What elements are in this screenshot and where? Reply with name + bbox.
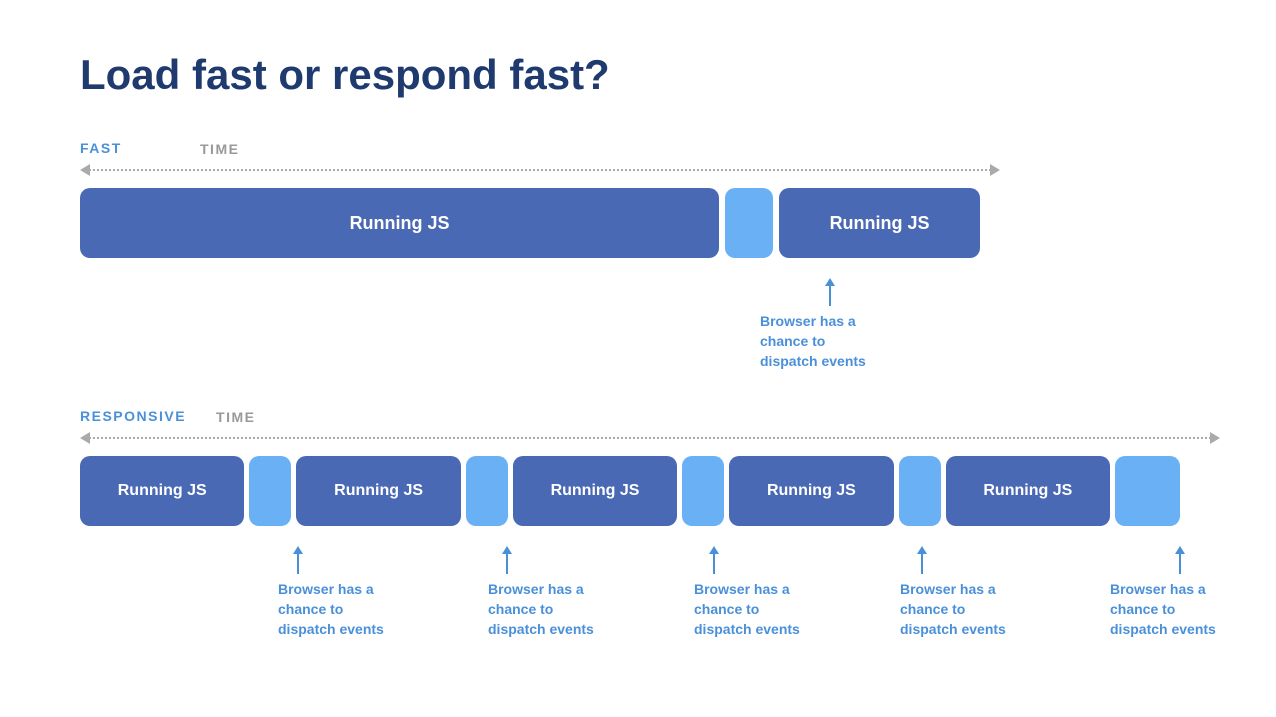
resp-up-arrow-1 (278, 546, 318, 574)
resp-vert-line-2 (506, 554, 508, 574)
resp-running-js-4: Running JS (729, 456, 893, 526)
resp-gap-2 (466, 456, 508, 526)
resp-annot-1-col: Browser has achance todispatch events (80, 546, 318, 639)
resp-dotted-line (89, 437, 1211, 439)
fast-up-arrow (760, 278, 900, 306)
resp-arrow-tip-5 (1175, 546, 1185, 554)
fast-time-label: TIME (200, 141, 239, 157)
responsive-blocks-row: Running JS Running JS Running JS Running… (80, 456, 1180, 526)
responsive-label: RESPONSIVE (80, 408, 186, 424)
resp-arrow-tip-2 (502, 546, 512, 554)
fast-arrow-head (990, 164, 1000, 176)
fast-running-js-block-2: Running JS (779, 188, 980, 258)
resp-up-arrow-4 (900, 546, 944, 574)
fast-gap-block (725, 188, 773, 258)
fast-vert-line (829, 286, 831, 306)
resp-annot-3: Browser has achance todispatch events (694, 546, 734, 639)
fast-dotted-line (89, 169, 991, 171)
resp-running-js-1: Running JS (80, 456, 244, 526)
fast-header-row: FAST TIME (80, 140, 1196, 158)
resp-vert-line-5 (1179, 554, 1181, 574)
resp-running-js-5: Running JS (946, 456, 1110, 526)
fast-annotation-area: Browser has achance todispatch events (80, 278, 980, 378)
resp-annot-5-col: Browser has achance todispatch events (944, 546, 1250, 639)
resp-gap-4 (899, 456, 941, 526)
resp-up-arrow-2 (488, 546, 526, 574)
resp-gap-3 (682, 456, 724, 526)
resp-annot-2-col: Browser has achance todispatch events (318, 546, 526, 639)
resp-annot-4: Browser has achance todispatch events (900, 546, 944, 639)
fast-label: FAST (80, 140, 122, 156)
responsive-time-label: TIME (216, 409, 255, 425)
fast-section: FAST TIME Running JS Running JS (80, 140, 1196, 378)
resp-annot-4-col: Browser has achance todispatch events (734, 546, 944, 639)
resp-arrow-tip-4 (917, 546, 927, 554)
resp-annot-1: Browser has achance todispatch events (278, 546, 318, 639)
slide: Load fast or respond fast? FAST TIME Run… (0, 0, 1276, 717)
resp-annot-2: Browser has achance todispatch events (488, 546, 526, 639)
resp-annot-text-5: Browser has achance todispatch events (1110, 580, 1250, 639)
resp-gap-1 (249, 456, 291, 526)
resp-annotations-row: Browser has achance todispatch events Br… (80, 546, 1180, 639)
fast-running-js-block-1: Running JS (80, 188, 719, 258)
resp-vert-line-1 (297, 554, 299, 574)
responsive-section: RESPONSIVE TIME Running JS Running JS Ru… (80, 408, 1196, 639)
fast-arrow-tip (825, 278, 835, 286)
resp-running-js-2: Running JS (296, 456, 460, 526)
resp-up-arrow-3 (694, 546, 734, 574)
fast-annotation: Browser has achance todispatch events (760, 278, 900, 371)
resp-annot-5: Browser has achance todispatch events (1110, 546, 1250, 639)
resp-gap-5 (1115, 456, 1180, 526)
fast-annotation-text: Browser has achance todispatch events (760, 312, 900, 371)
responsive-blocks-container: Running JS Running JS Running JS Running… (80, 456, 1196, 639)
resp-arrow-tip-3 (709, 546, 719, 554)
resp-up-arrow-5 (1110, 546, 1250, 574)
page-title: Load fast or respond fast? (80, 50, 1196, 100)
resp-vert-line-4 (921, 554, 923, 574)
fast-blocks-row: Running JS Running JS (80, 188, 980, 258)
resp-arrow-head (1210, 432, 1220, 444)
resp-arrow-tip-1 (293, 546, 303, 554)
responsive-header-row: RESPONSIVE TIME (80, 408, 1196, 426)
resp-vert-line-3 (713, 554, 715, 574)
resp-annot-3-col: Browser has achance todispatch events (526, 546, 734, 639)
resp-running-js-3: Running JS (513, 456, 677, 526)
